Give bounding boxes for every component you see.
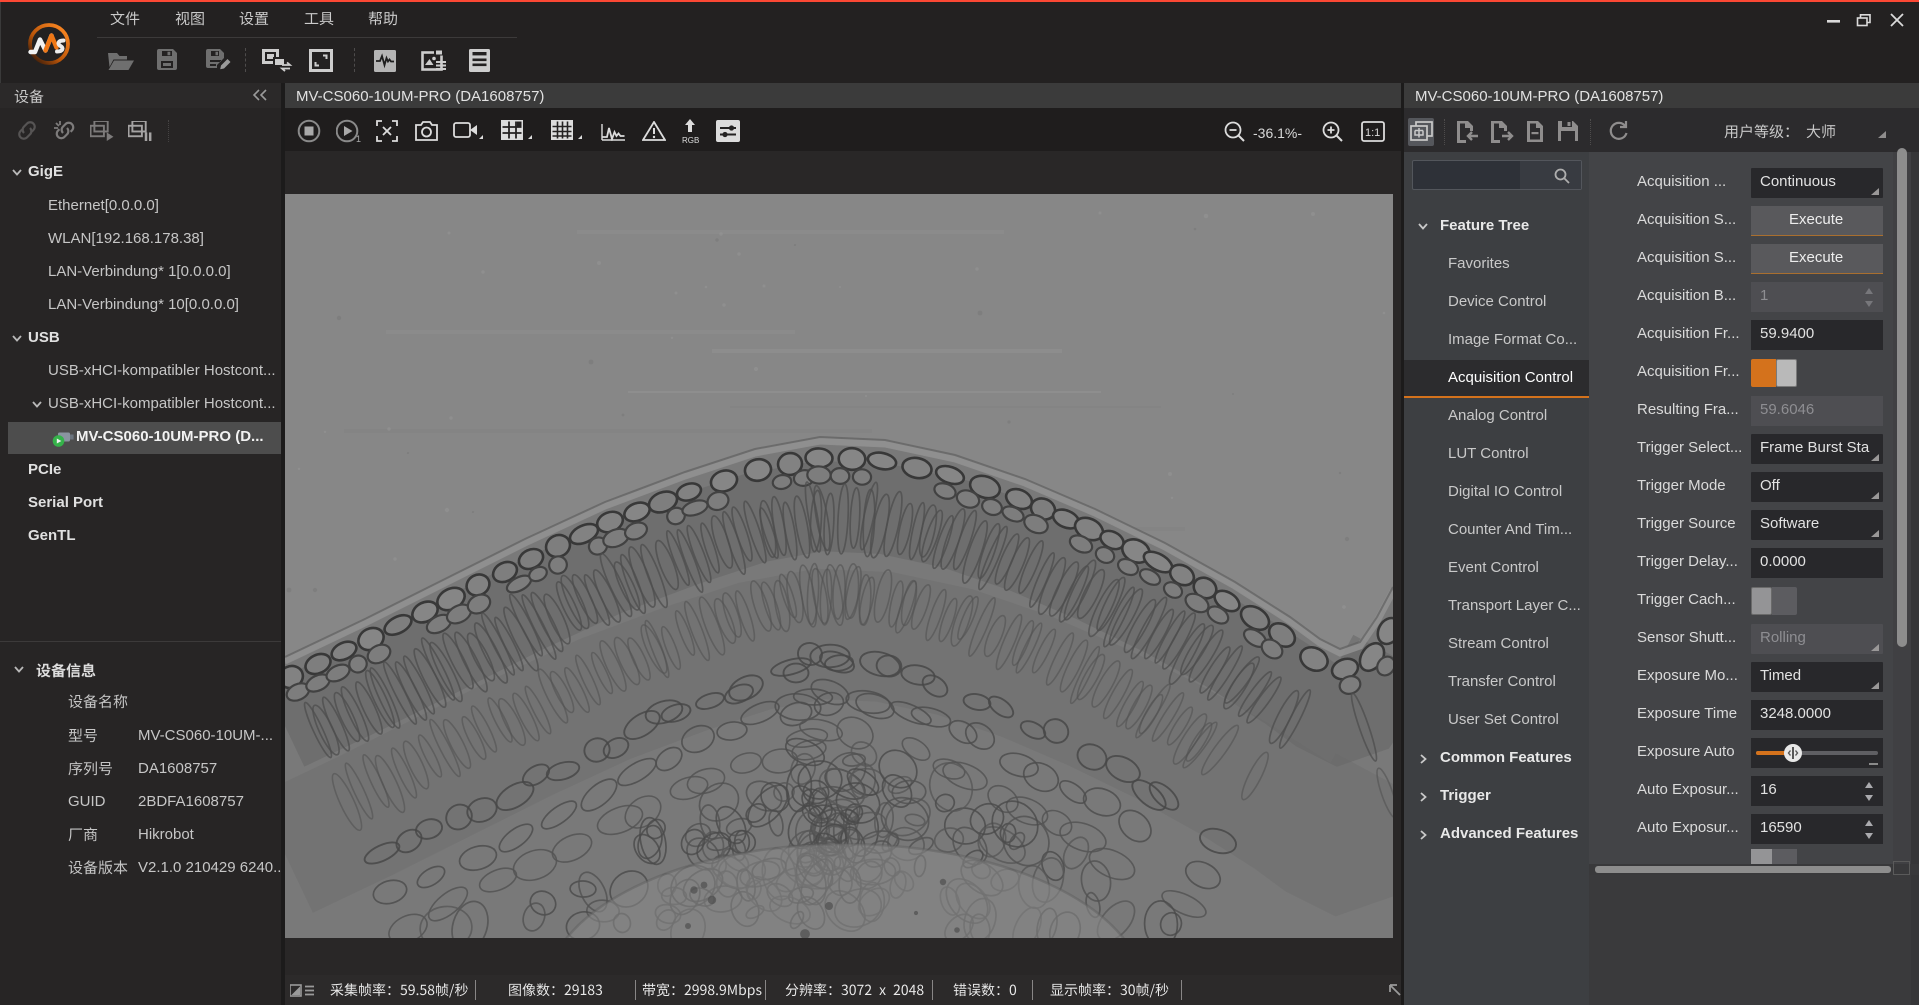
- svg-text:RGB: RGB: [682, 136, 699, 144]
- svg-text:1: 1: [356, 134, 361, 143]
- svg-text:1:1: 1:1: [1365, 127, 1380, 139]
